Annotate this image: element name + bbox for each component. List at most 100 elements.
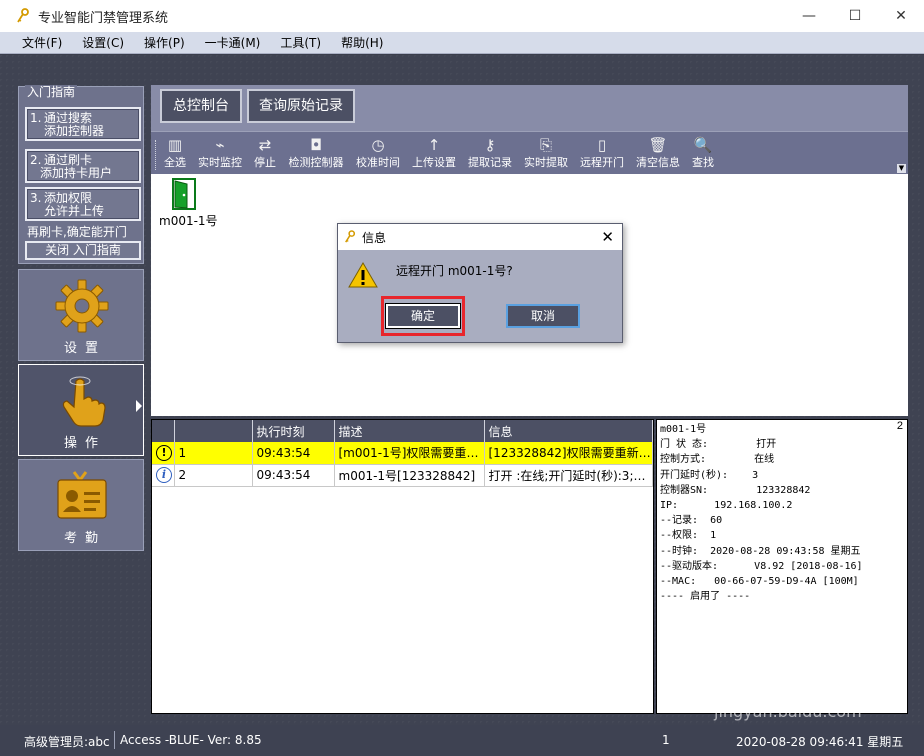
tool-label: 远程开门 [580, 156, 624, 169]
tool-label: 检测控制器 [288, 156, 344, 169]
column-header-description[interactable]: 描述 [334, 420, 485, 442]
detail-line: --驱动版本: V8.92 [2018-08-16] [660, 560, 863, 572]
nav-settings-button[interactable]: 设置 [18, 269, 144, 361]
menu-operation[interactable]: 操作(P) [134, 32, 195, 54]
event-log-table: 执行时刻 描述 信息 ! 1 09:43:54 [m001-1号]权限需要重新上… [151, 419, 654, 714]
dialog-title-bar: 信息 [338, 224, 622, 250]
watermark: Baidu经验 jingyan.baidu.com [714, 654, 914, 724]
upload-icon: ↑ [427, 136, 441, 154]
realtime-monitor-button[interactable]: ⌁ 实时监控 [195, 134, 245, 174]
guide-hint: 再刷卡,确定能开门 [27, 225, 127, 239]
detail-line: ---- 启用了 ---- [660, 591, 751, 603]
trash-icon: 🗑 [648, 136, 668, 154]
select-all-button[interactable]: ▥ 全选 [161, 134, 189, 174]
nav-operation-label: 操作 [63, 436, 106, 451]
guide-step-line2: 添加控制器 [44, 124, 105, 138]
tool-label: 实时提取 [524, 156, 568, 169]
status-app-version: Access -BLUE- Ver: 8.85 [120, 733, 262, 747]
find-button[interactable]: 🔍 查找 [689, 134, 717, 174]
stop-button[interactable]: ⇄ 停止 [251, 134, 279, 174]
close-guide-button[interactable]: 关闭 入门指南 [25, 241, 141, 260]
warning-icon: ! [156, 444, 172, 461]
table-row[interactable]: i 2 09:43:54 m001-1号[123328842] 打开 :在线;开… [152, 464, 653, 487]
detail-line: --时钟: 2020-08-28 09:43:58 星期五 [660, 545, 861, 557]
key-icon [345, 230, 356, 243]
column-header-index[interactable] [174, 420, 253, 442]
guide-step-search-controller[interactable]: 1. 通过搜索 添加控制器 [25, 107, 141, 141]
status-count: 1 [662, 733, 670, 747]
guide-step-add-permission[interactable]: 3. 添加权限 允许并上传 [25, 187, 141, 221]
detail-line: IP: 192.168.100.2 [660, 500, 793, 512]
upload-settings-button[interactable]: ↑ 上传设置 [409, 134, 459, 174]
row-time: 09:43:54 [252, 464, 335, 487]
guide-step-add-card-user[interactable]: 2. 通过刷卡 添加持卡用户 [25, 149, 141, 183]
guide-step-line1: 通过刷卡 [44, 153, 93, 167]
menu-file[interactable]: 文件(F) [12, 32, 72, 54]
toolbar-overflow-button[interactable]: ▼ [897, 164, 906, 173]
tool-label: 校准时间 [356, 156, 400, 169]
status-bar: 高级管理员:abc Access -BLUE- Ver: 8.85 1 2020… [0, 725, 924, 756]
confirm-dialog: 信息 ✕ 远程开门 m001-1号? 确定 取消 [337, 223, 623, 343]
detail-line: 门 状 态: 打开 [660, 439, 777, 451]
toolbar: ▥ 全选 ⌁ 实时监控 ⇄ 停止 ◘ 检测控制器 ◷ 校准时间 ↑ 上传设置 ⚷… [151, 131, 908, 174]
menu-card[interactable]: 一卡通(M) [195, 32, 271, 54]
watermark-url: jingyan.baidu.com [714, 702, 862, 721]
tab-panel: 总控制台 查询原始记录 [151, 85, 908, 131]
tool-label: 停止 [254, 156, 276, 169]
column-header-icon[interactable] [152, 420, 175, 442]
nav-attendance-button[interactable]: 考勤 [18, 459, 144, 551]
remote-open-door-button[interactable]: ▯ 远程开门 [577, 134, 627, 174]
getting-started-guide: 入门指南 1. 通过搜索 添加控制器 2. 通过刷卡 添加持卡用户 3. 添加权限 允… [18, 85, 144, 264]
row-index: 2 [174, 464, 253, 487]
row-info: [123328842]权限需要重新上传 [484, 442, 653, 465]
status-datetime: 2020-08-28 09:46:41 星期五 [736, 735, 904, 749]
door-label: m001-1号 [159, 214, 218, 228]
column-header-info[interactable]: 信息 [484, 420, 653, 442]
cancel-button[interactable]: 取消 [506, 304, 580, 328]
clear-info-button[interactable]: 🗑 清空信息 [633, 134, 683, 174]
key-icon [17, 8, 29, 23]
tool-label: 清空信息 [636, 156, 680, 169]
confirm-button[interactable]: 确定 [385, 303, 461, 329]
nav-settings-label: 设置 [63, 341, 106, 356]
minimize-button[interactable]: — [786, 0, 832, 32]
nav-operation-button[interactable]: 操作 [18, 364, 144, 456]
active-nav-indicator [136, 400, 142, 412]
tab-console[interactable]: 总控制台 [160, 89, 242, 123]
menu-help[interactable]: 帮助(H) [331, 32, 393, 54]
menu-tools[interactable]: 工具(T) [270, 32, 331, 54]
detail-line: 开门延时(秒): 3 [660, 469, 759, 481]
monitor-icon: ⌁ [215, 136, 225, 154]
extract-records-button[interactable]: ⚷ 提取记录 [465, 134, 515, 174]
table-header-row: 执行时刻 描述 信息 [152, 420, 653, 442]
nav-attendance-label: 考勤 [63, 531, 106, 546]
detect-controller-button[interactable]: ◘ 检测控制器 [285, 134, 347, 174]
tab-query-raw-records[interactable]: 查询原始记录 [247, 89, 355, 123]
clock-icon: ◷ [371, 136, 385, 154]
dialog-close-icon[interactable]: ✕ [601, 228, 614, 246]
detail-line: 控制器SN: 123328842 [660, 484, 811, 496]
stop-icon: ⇄ [258, 136, 272, 154]
tool-label: 实时监控 [198, 156, 242, 169]
menu-bar: 文件(F) 设置(C) 操作(P) 一卡通(M) 工具(T) 帮助(H) [0, 32, 924, 54]
column-header-time[interactable]: 执行时刻 [252, 420, 335, 442]
row-description: m001-1号[123328842] [334, 464, 485, 487]
guide-step-line2: 添加持卡用户 [40, 166, 113, 180]
tool-label: 上传设置 [412, 156, 456, 169]
menu-settings[interactable]: 设置(C) [72, 32, 134, 54]
close-button[interactable]: ✕ [878, 0, 924, 32]
detail-line: --记录: 60 [660, 515, 723, 527]
toolbar-grip [155, 140, 158, 170]
info-icon: i [156, 467, 172, 483]
watermark-logo: Baidu经验 [714, 662, 899, 702]
maximize-button[interactable]: ☐ [832, 0, 878, 32]
status-user: 高级管理员:abc [24, 735, 110, 749]
door-item[interactable]: m001-1号 [159, 178, 218, 229]
window-title: 专业智能门禁管理系统 [38, 10, 169, 26]
calibrate-time-button[interactable]: ◷ 校准时间 [353, 134, 403, 174]
table-row[interactable]: ! 1 09:43:54 [m001-1号]权限需要重新上传 [12332884… [152, 442, 653, 465]
realtime-extract-button[interactable]: ⎘ 实时提取 [521, 134, 571, 174]
warning-icon [348, 262, 378, 288]
tool-label: 全选 [164, 156, 186, 169]
tool-label: 提取记录 [468, 156, 512, 169]
